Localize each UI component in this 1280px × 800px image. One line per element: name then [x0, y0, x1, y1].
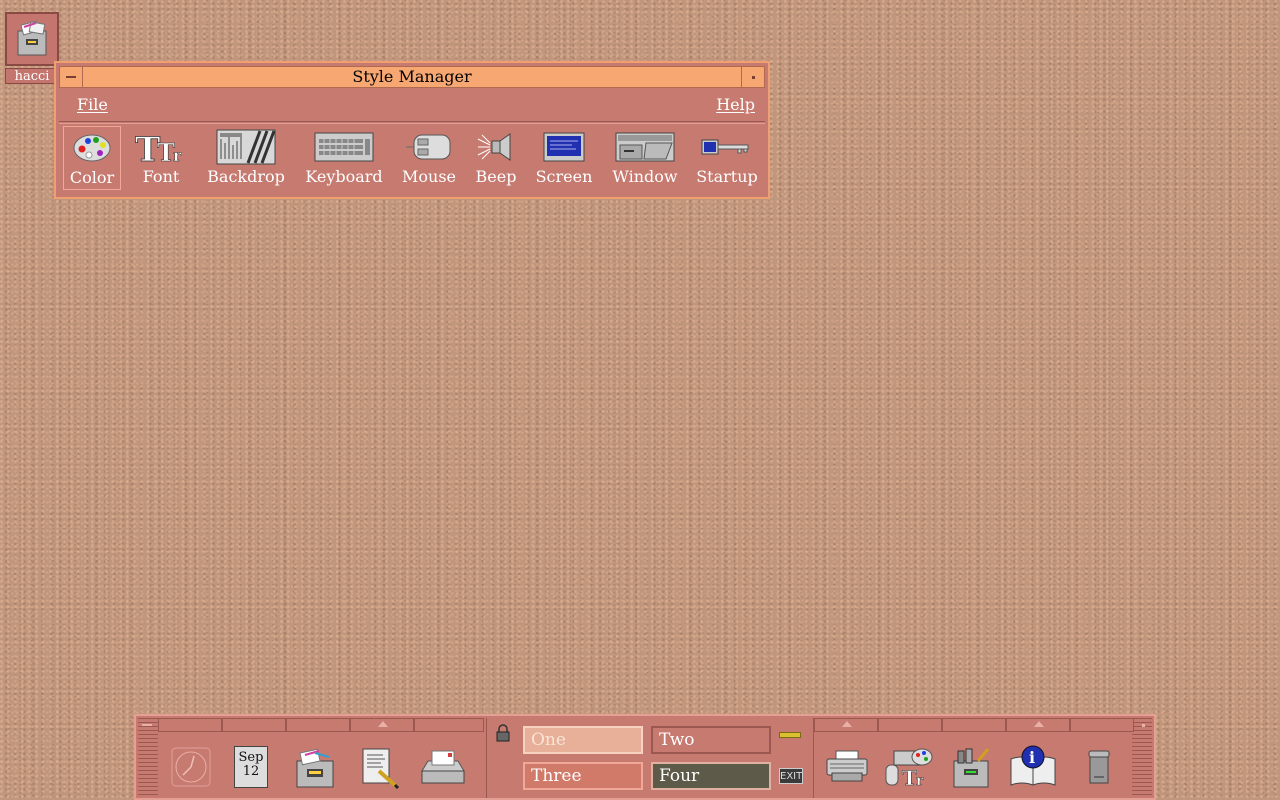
- panel-menu-button[interactable]: [140, 720, 154, 730]
- key-icon: [700, 126, 754, 168]
- tool-mouse-label: Mouse: [402, 167, 456, 186]
- screen-icon: [542, 126, 586, 168]
- printer-icon[interactable]: [820, 742, 874, 792]
- workspace-button-three[interactable]: Three: [523, 762, 643, 790]
- tool-backdrop-label: Backdrop: [207, 167, 285, 186]
- tool-startup[interactable]: Startup: [695, 126, 759, 190]
- arrow-up-icon: [842, 721, 852, 727]
- minimize-button[interactable]: [741, 67, 764, 87]
- tool-window[interactable]: Window: [609, 126, 681, 190]
- subpanel-toggle-mail[interactable]: [414, 718, 484, 732]
- tool-screen[interactable]: Screen: [533, 126, 595, 190]
- menu-file[interactable]: File: [77, 95, 108, 114]
- arrow-up-icon: [378, 721, 388, 727]
- tool-keyboard[interactable]: Keyboard: [303, 126, 385, 190]
- backdrop-icon: [216, 126, 276, 168]
- subpanel-toggle-style[interactable]: [878, 718, 942, 732]
- svg-text:T: T: [902, 766, 917, 789]
- front-panel: Sep 12 One Two Three Four EXIT T r i: [134, 714, 1156, 800]
- tool-bar: Color T T r Font Backdrop Keyboard Mouse…: [59, 123, 765, 194]
- subpanel-toggle-apps[interactable]: [942, 718, 1006, 732]
- help-icon[interactable]: i: [1006, 742, 1060, 792]
- tool-color-label: Color: [69, 168, 115, 187]
- subpanel-toggle-trash[interactable]: [1070, 718, 1134, 732]
- window-title: Style Manager: [352, 67, 472, 86]
- keyboard-icon: [314, 126, 374, 168]
- subpanel-toggle-editor[interactable]: [350, 718, 414, 732]
- lock-icon[interactable]: [495, 724, 511, 746]
- text-editor-icon[interactable]: [352, 742, 406, 792]
- file-drawer-icon: [5, 12, 59, 66]
- workspace-switch: One Two Three Four EXIT: [486, 718, 814, 798]
- style-manager-window: Style Manager File Help Color T T r Font…: [54, 61, 770, 199]
- menu-help[interactable]: Help: [716, 95, 755, 114]
- tool-beep-label: Beep: [475, 167, 517, 186]
- style-manager-icon[interactable]: T r: [882, 742, 936, 792]
- menu-bar: File Help: [59, 91, 765, 122]
- font-icon: T T r: [133, 126, 189, 168]
- palette-icon: [72, 127, 112, 169]
- subpanel-toggle-files[interactable]: [286, 718, 350, 732]
- svg-text:i: i: [1029, 748, 1035, 767]
- window-menu-icon: [66, 76, 76, 78]
- subpanel-toggle-printer[interactable]: [814, 718, 878, 732]
- minimize-icon: [751, 75, 755, 79]
- workspace-button-one[interactable]: One: [523, 726, 643, 754]
- tool-font-label: Font: [142, 167, 180, 186]
- calendar-day: 12: [242, 764, 260, 779]
- tool-backdrop[interactable]: Backdrop: [205, 126, 287, 190]
- tool-beep[interactable]: Beep: [473, 126, 519, 190]
- svg-text:r: r: [173, 146, 182, 165]
- window-icon: [614, 126, 676, 168]
- busy-light-icon: [779, 732, 801, 738]
- exit-button[interactable]: EXIT: [779, 768, 803, 784]
- arrow-up-icon: [1034, 721, 1044, 727]
- tool-color[interactable]: Color: [63, 126, 121, 190]
- tool-keyboard-label: Keyboard: [305, 167, 383, 186]
- tool-startup-label: Startup: [696, 167, 758, 186]
- desktop-icon-label: hacci: [5, 68, 59, 84]
- mail-icon[interactable]: [416, 742, 470, 792]
- mouse-icon: [404, 126, 454, 168]
- tool-font[interactable]: T T r Font: [131, 126, 191, 190]
- application-manager-icon[interactable]: [944, 742, 998, 792]
- title-bar[interactable]: Style Manager: [59, 66, 765, 88]
- tool-mouse[interactable]: Mouse: [399, 126, 459, 190]
- panel-right-handle[interactable]: [1132, 718, 1152, 798]
- file-manager-icon[interactable]: [288, 742, 342, 792]
- subpanel-toggle-help[interactable]: [1006, 718, 1070, 732]
- speaker-icon: [476, 126, 516, 168]
- trash-icon[interactable]: [1072, 742, 1126, 792]
- workspace-button-four[interactable]: Four: [651, 762, 771, 790]
- window-menu-button[interactable]: [60, 67, 83, 87]
- menu-help-label: Help: [716, 95, 755, 114]
- menu-file-label: File: [77, 95, 108, 114]
- workspace-button-two[interactable]: Two: [651, 726, 771, 754]
- tool-screen-label: Screen: [535, 167, 593, 186]
- calendar-icon[interactable]: Sep 12: [224, 742, 278, 792]
- svg-text:r: r: [916, 773, 924, 789]
- desktop-file-manager-icon[interactable]: hacci: [4, 12, 60, 84]
- subpanel-toggle-calendar[interactable]: [222, 718, 286, 732]
- tool-window-label: Window: [612, 167, 678, 186]
- clock-icon[interactable]: [164, 742, 218, 792]
- subpanel-toggle-clock[interactable]: [158, 718, 222, 732]
- calendar-month: Sep: [238, 750, 264, 765]
- panel-left-handle[interactable]: [138, 718, 158, 798]
- panel-minimize-button[interactable]: [1138, 720, 1148, 730]
